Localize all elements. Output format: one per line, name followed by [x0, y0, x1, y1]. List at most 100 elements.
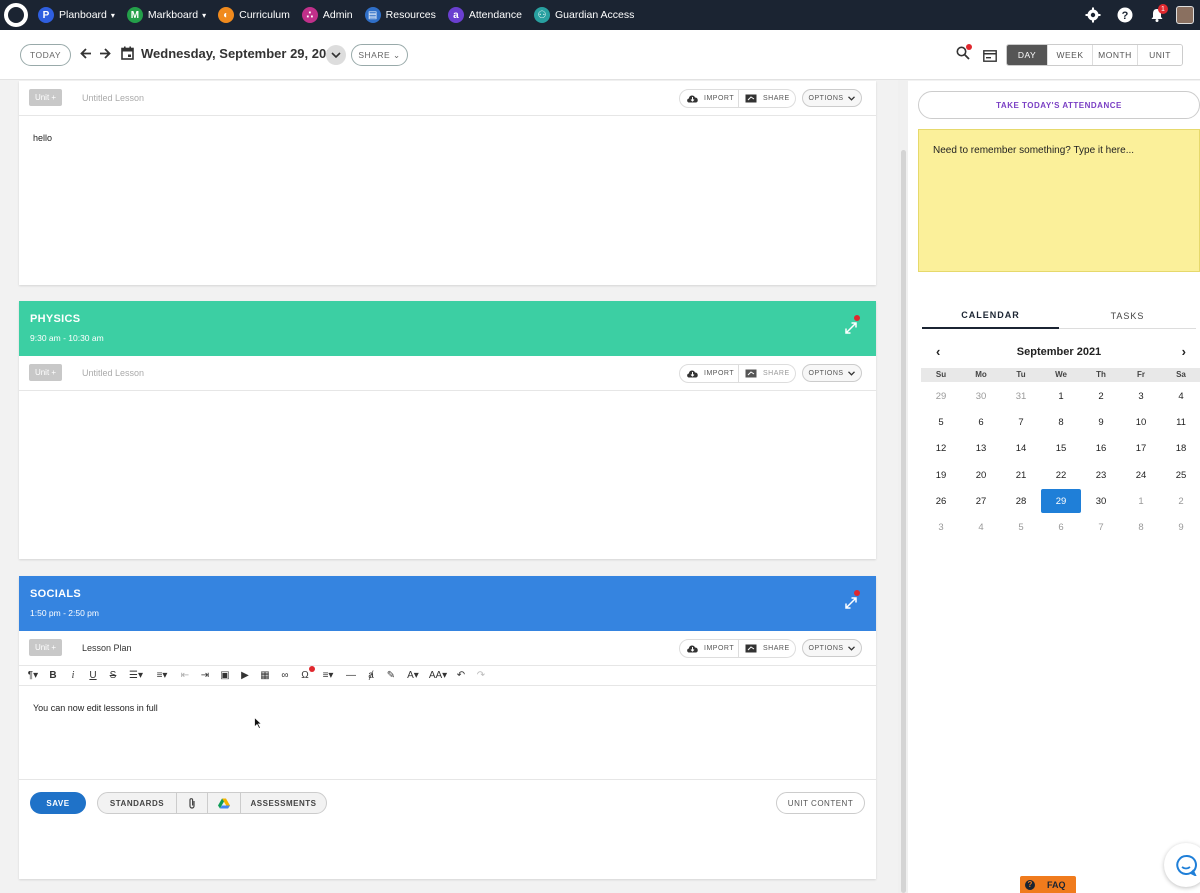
calendar-day[interactable]: 29 — [921, 383, 961, 409]
calendar-day[interactable]: 7 — [1001, 409, 1041, 435]
calendar-day[interactable]: 6 — [961, 409, 1001, 435]
paragraph-format-icon[interactable]: ¶▾ — [23, 670, 43, 681]
nav-item-admin[interactable]: ∴ Admin — [301, 0, 353, 30]
faq-button[interactable]: ? FAQ — [1020, 876, 1076, 893]
italic-icon[interactable]: i — [63, 670, 83, 681]
nav-item-curriculum[interactable]: ◐ Curriculum — [218, 0, 290, 30]
take-attendance-button[interactable]: TAKE TODAY'S ATTENDANCE — [918, 91, 1200, 119]
calendar-day[interactable]: 1 — [1121, 488, 1161, 514]
font-size-icon[interactable]: AA▾ — [425, 670, 451, 681]
help-icon[interactable]: ? — [1116, 6, 1134, 24]
calendar-day[interactable]: 9 — [1081, 409, 1121, 435]
today-button[interactable]: TODAY — [20, 44, 71, 66]
expand-icon[interactable] — [844, 590, 860, 610]
table-icon[interactable]: ▦ — [255, 670, 275, 681]
calendar-day[interactable]: 30 — [961, 383, 1001, 409]
tab-calendar[interactable]: CALENDAR — [922, 303, 1059, 329]
options-button[interactable]: OPTIONS — [802, 89, 862, 107]
undo-icon[interactable]: ↶ — [451, 670, 471, 681]
bell-icon[interactable]: 1 — [1148, 4, 1168, 24]
outdent-icon[interactable]: ⇤ — [175, 670, 195, 681]
nav-item-resources[interactable]: ▤ Resources — [364, 0, 436, 30]
next-day-icon[interactable] — [98, 47, 111, 65]
strikethrough-icon[interactable]: S — [103, 670, 123, 681]
calendar-day[interactable]: 9 — [1161, 514, 1200, 540]
highlight-icon[interactable]: ✎ — [381, 670, 401, 681]
nav-item-attendance[interactable]: a Attendance — [447, 0, 522, 30]
calendar-day[interactable]: 15 — [1041, 436, 1081, 462]
underline-icon[interactable]: U — [83, 670, 103, 681]
calendar-day[interactable]: 31 — [1001, 383, 1041, 409]
video-icon[interactable]: ▶ — [235, 670, 255, 681]
view-week-button[interactable]: WEEK — [1047, 45, 1092, 65]
calendar-day[interactable]: 30 — [1081, 488, 1121, 514]
share-button[interactable]: SHARE ⌄ — [351, 44, 408, 66]
calendar-day[interactable]: 4 — [1161, 383, 1200, 409]
prev-day-icon[interactable] — [80, 47, 93, 65]
calendar-day[interactable]: 6 — [1041, 514, 1081, 540]
unit-content-button[interactable]: UNIT CONTENT — [776, 792, 865, 814]
calendar-day[interactable]: 25 — [1161, 462, 1200, 488]
calendar-day[interactable]: 8 — [1041, 409, 1081, 435]
app-logo[interactable] — [4, 3, 28, 27]
calendar-day[interactable]: 20 — [961, 462, 1001, 488]
font-color-icon[interactable]: A▾ — [401, 670, 425, 681]
indent-icon[interactable]: ⇥ — [195, 670, 215, 681]
calendar-day[interactable]: 10 — [1121, 409, 1161, 435]
calendar-day[interactable]: 3 — [1121, 383, 1161, 409]
calendar-day[interactable]: 23 — [1081, 462, 1121, 488]
nav-item-markboard[interactable]: M Markboard ▾ — [126, 0, 206, 30]
lesson-body[interactable]: hello — [33, 133, 52, 143]
search-icon[interactable] — [956, 44, 972, 65]
next-month-icon[interactable]: › — [1182, 344, 1186, 359]
share-lesson-button[interactable]: SHARE — [739, 639, 796, 658]
main-scrollbar-thumb[interactable] — [901, 150, 906, 893]
calendar-day[interactable]: 1 — [1041, 383, 1081, 409]
horizontal-rule-icon[interactable]: — — [341, 670, 361, 681]
share-lesson-button[interactable]: SHARE — [739, 89, 796, 108]
unordered-list-icon[interactable]: ≡▾ — [149, 670, 175, 681]
calendar-day[interactable]: 29 — [1041, 489, 1081, 514]
lesson-editor-body[interactable]: You can now edit lessons in full — [33, 703, 158, 713]
google-drive-icon[interactable] — [207, 793, 240, 813]
current-date[interactable]: Wednesday, September 29, 2021 — [141, 46, 341, 61]
gear-icon[interactable] — [1084, 6, 1102, 24]
calendar-day[interactable]: 2 — [1161, 488, 1200, 514]
calendar-day[interactable]: 26 — [921, 488, 961, 514]
date-dropdown-button[interactable] — [326, 45, 346, 65]
share-lesson-button[interactable]: SHARE — [739, 364, 796, 383]
calendar-day[interactable]: 22 — [1041, 462, 1081, 488]
calendar-day[interactable]: 21 — [1001, 462, 1041, 488]
bold-icon[interactable]: B — [43, 670, 63, 681]
calendar-day[interactable]: 8 — [1121, 514, 1161, 540]
calendar-day[interactable]: 27 — [961, 488, 1001, 514]
import-button[interactable]: IMPORT — [679, 89, 739, 108]
calendar-day[interactable]: 7 — [1081, 514, 1121, 540]
nav-item-planboard[interactable]: P Planboard ▾ — [38, 0, 115, 30]
unit-button[interactable]: Unit + — [29, 89, 62, 106]
save-button[interactable]: SAVE — [30, 792, 86, 814]
options-button[interactable]: OPTIONS — [802, 364, 862, 382]
calendar-day[interactable]: 13 — [961, 436, 1001, 462]
calendar-icon[interactable] — [121, 46, 134, 65]
nav-item-guardian-access[interactable]: ⚇ Guardian Access — [533, 0, 634, 30]
calendar-day[interactable]: 18 — [1161, 436, 1200, 462]
card-view-icon[interactable] — [983, 49, 997, 67]
chat-support-button[interactable] — [1164, 843, 1200, 887]
view-day-button[interactable]: DAY — [1007, 45, 1047, 65]
attachment-icon[interactable] — [176, 793, 207, 813]
calendar-day[interactable]: 11 — [1161, 409, 1200, 435]
unit-button[interactable]: Unit + — [29, 364, 62, 381]
image-icon[interactable]: ▣ — [215, 670, 235, 681]
calendar-day[interactable]: 24 — [1121, 462, 1161, 488]
special-char-icon[interactable]: Ω — [295, 666, 315, 681]
ordered-list-icon[interactable]: ☰▾ — [123, 670, 149, 681]
clear-format-icon[interactable]: ⱥ — [361, 670, 381, 681]
lesson-title[interactable]: Untitled Lesson — [82, 93, 144, 103]
calendar-day[interactable]: 19 — [921, 462, 961, 488]
unit-button[interactable]: Unit + — [29, 639, 62, 656]
calendar-day[interactable]: 14 — [1001, 436, 1041, 462]
view-month-button[interactable]: MONTH — [1092, 45, 1137, 65]
link-icon[interactable]: ∞ — [275, 670, 295, 681]
view-unit-button[interactable]: UNIT — [1137, 45, 1182, 65]
